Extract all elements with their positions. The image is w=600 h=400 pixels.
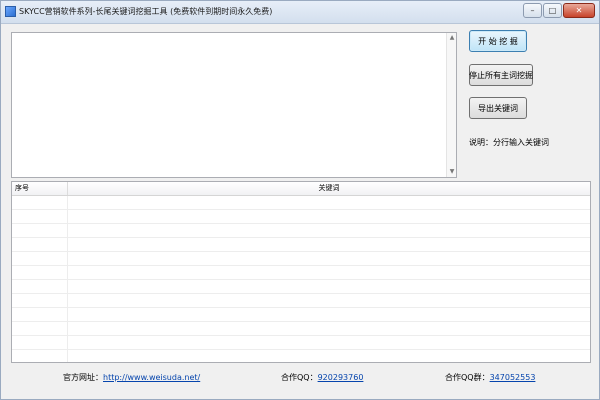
table-row[interactable] (12, 294, 590, 308)
qq-group-info: 合作QQ群：347052553 (445, 372, 535, 383)
input-scrollbar[interactable]: ▲ ▼ (446, 33, 456, 177)
table-row[interactable] (12, 350, 590, 362)
website-info: 官方网址：http://www.weisuda.net/ (63, 372, 200, 383)
table-cell-seq (12, 252, 68, 265)
table-header: 序号 关键词 (12, 182, 590, 196)
window-controls: – □ ✕ (522, 3, 595, 18)
table-cell-seq (12, 280, 68, 293)
table-cell-seq (12, 238, 68, 251)
qq-link[interactable]: 920293760 (318, 373, 364, 382)
table-row[interactable] (12, 196, 590, 210)
column-header-keyword[interactable]: 关键词 (68, 182, 590, 195)
app-icon (5, 6, 16, 17)
website-label: 官方网址： (63, 373, 103, 382)
title-bar[interactable]: SKYCC营销软件系列-长尾关键词挖掘工具 (免费软件到期时间永久免费) – □… (1, 1, 599, 24)
keyword-table[interactable]: 序号 关键词 (11, 181, 591, 363)
keyword-input-area[interactable]: ▲ ▼ (11, 32, 457, 178)
export-keywords-button[interactable]: 导出关键词 (469, 97, 527, 119)
table-row[interactable] (12, 266, 590, 280)
instruction-text: 说明：分行输入关键词 (469, 138, 549, 147)
minimize-button[interactable]: – (523, 3, 542, 18)
qq-group-label: 合作QQ群： (445, 373, 490, 382)
footer: 官方网址：http://www.weisuda.net/ 合作QQ：920293… (1, 370, 600, 384)
table-body (12, 196, 590, 362)
table-row[interactable] (12, 224, 590, 238)
table-cell-seq (12, 266, 68, 279)
table-row[interactable] (12, 210, 590, 224)
table-row[interactable] (12, 238, 590, 252)
app-window: SKYCC营销软件系列-长尾关键词挖掘工具 (免费软件到期时间永久免费) – □… (0, 0, 600, 400)
table-row[interactable] (12, 308, 590, 322)
table-row[interactable] (12, 336, 590, 350)
scroll-up-icon[interactable]: ▲ (448, 34, 456, 42)
table-cell-seq (12, 322, 68, 335)
website-link[interactable]: http://www.weisuda.net/ (103, 373, 200, 382)
scroll-down-icon[interactable]: ▼ (448, 168, 456, 176)
start-mining-button[interactable]: 开 始 挖 掘 (469, 30, 527, 52)
stop-all-button[interactable]: 停止所有主词挖掘 (469, 64, 533, 86)
table-cell-seq (12, 210, 68, 223)
table-cell-seq (12, 336, 68, 349)
table-row[interactable] (12, 280, 590, 294)
maximize-button[interactable]: □ (543, 3, 562, 18)
table-row[interactable] (12, 252, 590, 266)
window-title: SKYCC营销软件系列-长尾关键词挖掘工具 (免费软件到期时间永久免费) (19, 7, 273, 16)
table-cell-seq (12, 350, 68, 362)
table-row[interactable] (12, 322, 590, 336)
column-header-seq[interactable]: 序号 (12, 182, 68, 195)
qq-info: 合作QQ：920293760 (281, 372, 363, 383)
close-button[interactable]: ✕ (563, 3, 595, 18)
table-cell-seq (12, 308, 68, 321)
qq-label: 合作QQ： (281, 373, 318, 382)
qq-group-link[interactable]: 347052553 (490, 373, 536, 382)
table-cell-seq (12, 224, 68, 237)
table-cell-seq (12, 196, 68, 209)
table-cell-seq (12, 294, 68, 307)
